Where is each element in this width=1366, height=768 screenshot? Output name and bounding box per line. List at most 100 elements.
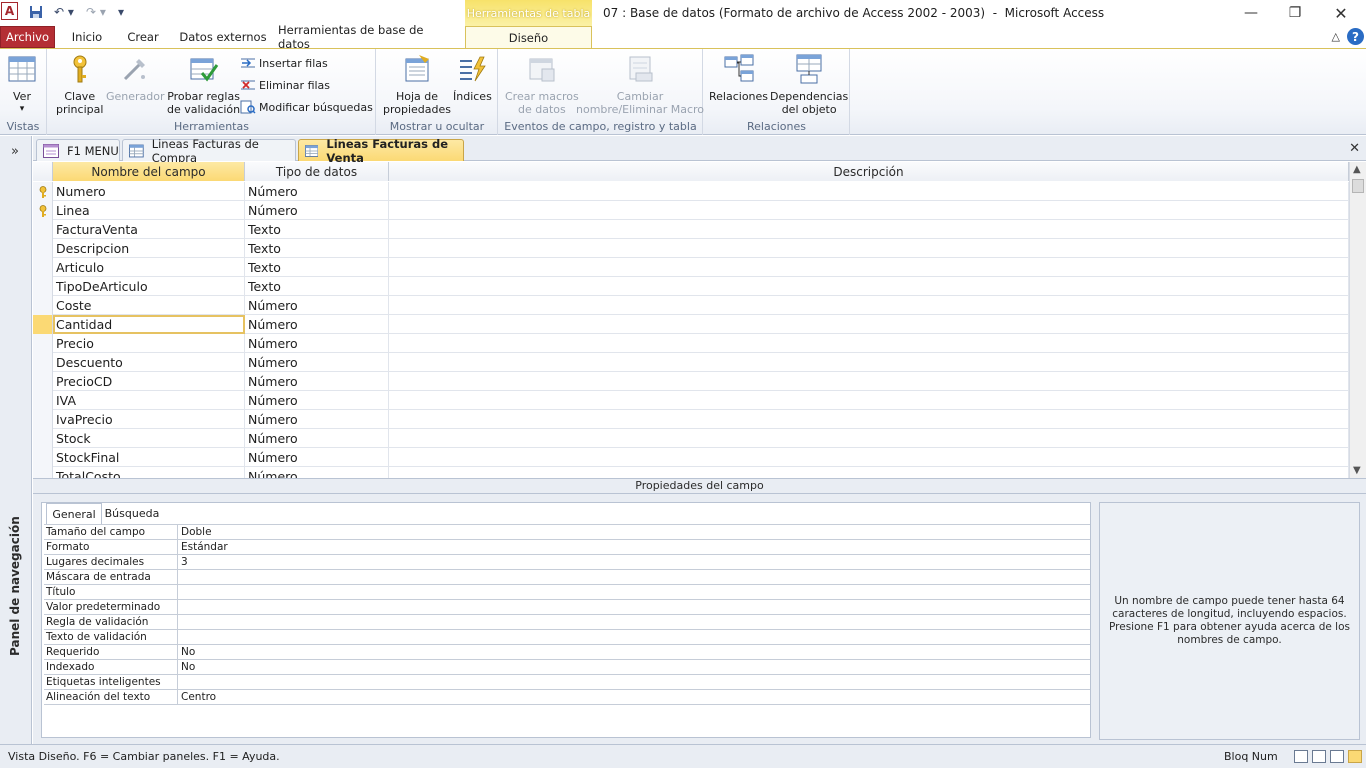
select-all-corner[interactable] (33, 162, 53, 181)
eliminar-filas-button[interactable]: Eliminar filas (240, 76, 330, 94)
property-value[interactable] (178, 600, 1090, 614)
datasheet-view-icon[interactable] (1294, 750, 1308, 763)
tab-busqueda[interactable]: Búsqueda (104, 503, 160, 524)
design-view-icon[interactable] (1348, 750, 1362, 763)
relaciones-button[interactable]: Relaciones (709, 53, 768, 103)
navigation-pane[interactable]: » Panel de navegación (0, 136, 32, 744)
tab-inicio[interactable]: Inicio (62, 26, 112, 48)
data-type-cell[interactable]: Texto (245, 277, 389, 296)
field-name-cell[interactable]: Numero (53, 182, 245, 201)
description-cell[interactable] (389, 315, 1349, 334)
field-name-cell[interactable]: Cantidad (53, 315, 245, 334)
table-row[interactable]: FacturaVenta Texto (33, 220, 1349, 239)
table-row[interactable]: Precio Número (33, 334, 1349, 353)
description-cell[interactable] (389, 201, 1349, 220)
help-icon[interactable]: ? (1347, 28, 1364, 45)
clave-principal-button[interactable]: Clave principal (56, 53, 103, 116)
table-row[interactable]: StockFinal Número (33, 448, 1349, 467)
field-name-cell[interactable]: PrecioCD (53, 372, 245, 391)
doc-tab-f1-menu[interactable]: F1 MENU (36, 139, 120, 161)
row-selector[interactable] (33, 277, 53, 296)
field-name-cell[interactable]: Descuento (53, 353, 245, 372)
save-icon[interactable] (27, 3, 45, 21)
description-cell[interactable] (389, 391, 1349, 410)
description-cell[interactable] (389, 467, 1349, 478)
data-type-cell[interactable]: Número (245, 448, 389, 467)
crear-macros-button[interactable]: Crear macros de datos (505, 53, 579, 116)
property-value[interactable] (178, 630, 1090, 644)
table-row[interactable]: TotalCosto Número (33, 467, 1349, 478)
property-value[interactable]: Centro (178, 690, 1090, 704)
row-selector[interactable] (33, 353, 53, 372)
property-value[interactable] (178, 615, 1090, 629)
property-row[interactable]: Tamaño del campo Doble (44, 525, 1090, 540)
row-selector[interactable] (33, 448, 53, 467)
property-row[interactable]: Valor predeterminado (44, 600, 1090, 615)
scroll-up-icon[interactable]: ▲ (1353, 164, 1361, 175)
undo-icon[interactable]: ↶ ▾ (50, 3, 78, 21)
description-cell[interactable] (389, 334, 1349, 353)
vertical-scrollbar[interactable]: ▲ ▼ (1349, 162, 1366, 478)
field-name-cell[interactable]: Coste (53, 296, 245, 315)
description-cell[interactable] (389, 353, 1349, 372)
customize-qat-icon[interactable]: ▾ (114, 3, 128, 21)
table-row[interactable]: Descripcion Texto (33, 239, 1349, 258)
header-data-type[interactable]: Tipo de datos (245, 162, 389, 181)
property-row[interactable]: Máscara de entrada (44, 570, 1090, 585)
table-row[interactable]: Stock Número (33, 429, 1349, 448)
row-selector[interactable] (33, 315, 53, 334)
property-value[interactable] (178, 585, 1090, 599)
property-row[interactable]: Texto de validación (44, 630, 1090, 645)
primary-key-icon[interactable] (33, 182, 53, 201)
row-selector[interactable] (33, 296, 53, 315)
property-value[interactable]: No (178, 660, 1090, 674)
data-type-cell[interactable]: Número (245, 296, 389, 315)
field-name-cell[interactable]: Stock (53, 429, 245, 448)
header-description[interactable]: Descripción (389, 162, 1349, 181)
data-type-cell[interactable]: Número (245, 182, 389, 201)
description-cell[interactable] (389, 296, 1349, 315)
description-cell[interactable] (389, 220, 1349, 239)
probar-reglas-button[interactable]: Probar reglas de validación (167, 53, 240, 116)
dependencias-button[interactable]: Dependencias del objeto (770, 53, 848, 116)
doc-tab-lineas-compra[interactable]: Lineas Facturas de Compra (122, 137, 296, 165)
row-selector[interactable] (33, 429, 53, 448)
table-row[interactable]: Numero Número (33, 182, 1349, 201)
field-name-cell[interactable]: FacturaVenta (53, 220, 245, 239)
expand-nav-icon[interactable]: » (4, 142, 26, 160)
pivot-chart-view-icon[interactable] (1330, 750, 1344, 763)
redo-icon[interactable]: ↷ ▾ (82, 3, 110, 21)
generador-button[interactable]: Generador (106, 53, 165, 103)
property-value[interactable]: Doble (178, 525, 1090, 539)
minimize-icon[interactable]: — (1228, 2, 1274, 24)
field-name-cell[interactable]: Precio (53, 334, 245, 353)
table-row[interactable]: Descuento Número (33, 353, 1349, 372)
tab-crear[interactable]: Crear (118, 26, 168, 48)
field-name-cell[interactable]: IvaPrecio (53, 410, 245, 429)
data-type-cell[interactable]: Texto (245, 258, 389, 277)
row-selector[interactable] (33, 239, 53, 258)
property-row[interactable]: Requerido No (44, 645, 1090, 660)
row-selector[interactable] (33, 467, 53, 478)
close-icon[interactable]: ✕ (1318, 2, 1364, 24)
data-type-cell[interactable]: Número (245, 315, 389, 334)
description-cell[interactable] (389, 372, 1349, 391)
description-cell[interactable] (389, 258, 1349, 277)
tab-datos-externos[interactable]: Datos externos (176, 26, 270, 48)
modificar-busquedas-button[interactable]: Modificar búsquedas (240, 98, 373, 116)
cambiar-nombre-macro-button[interactable]: Cambiar nombre/Eliminar Macro (576, 53, 704, 116)
scroll-thumb[interactable] (1352, 179, 1364, 193)
data-type-cell[interactable]: Texto (245, 220, 389, 239)
scroll-down-icon[interactable]: ▼ (1353, 465, 1361, 476)
description-cell[interactable] (389, 429, 1349, 448)
data-type-cell[interactable]: Texto (245, 239, 389, 258)
row-selector[interactable] (33, 372, 53, 391)
field-name-cell[interactable]: StockFinal (53, 448, 245, 467)
row-selector[interactable] (33, 258, 53, 277)
data-type-cell[interactable]: Número (245, 467, 389, 478)
field-name-cell[interactable]: Linea (53, 201, 245, 220)
data-type-cell[interactable]: Número (245, 201, 389, 220)
field-name-cell[interactable]: Descripcion (53, 239, 245, 258)
tab-herramientas-bd[interactable]: Herramientas de base de datos (278, 23, 458, 51)
data-type-cell[interactable]: Número (245, 391, 389, 410)
